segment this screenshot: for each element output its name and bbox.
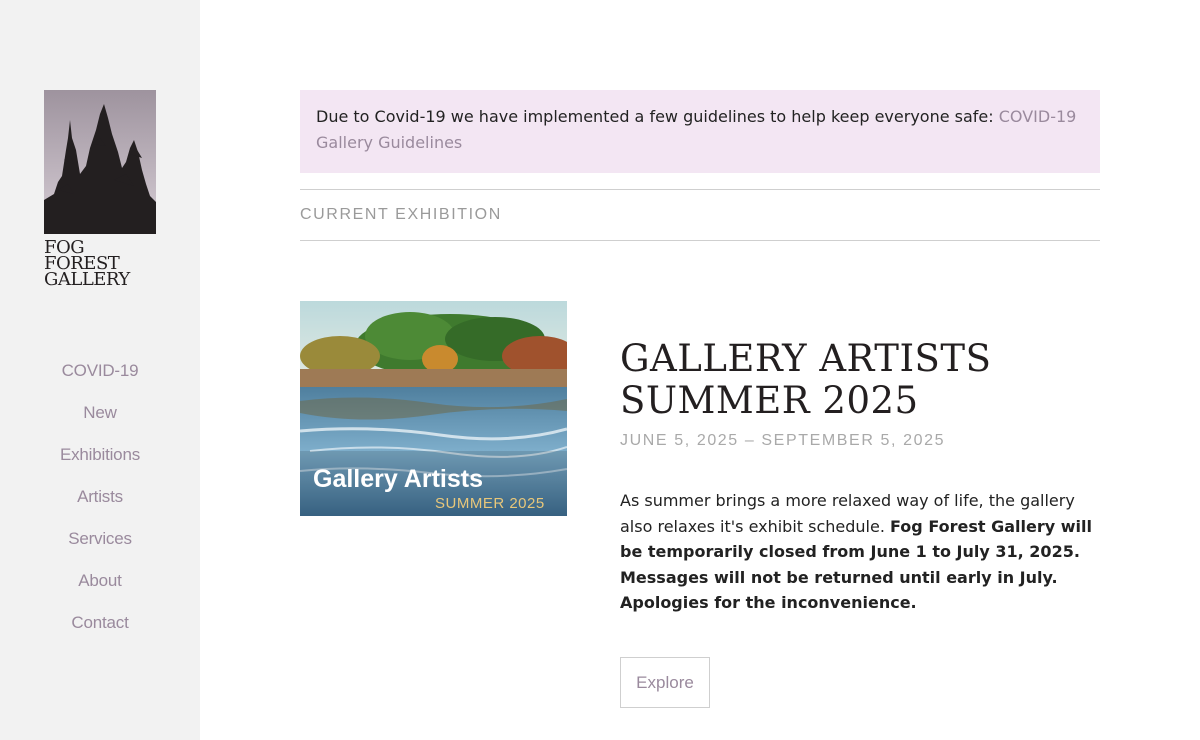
- nav-item-services: Services: [0, 518, 200, 560]
- nav-link-exhibitions[interactable]: Exhibitions: [60, 445, 140, 464]
- exhibition-title[interactable]: GALLERY ARTISTS SUMMER 2025: [620, 338, 1100, 422]
- nav-link-new[interactable]: New: [83, 403, 117, 422]
- nav-link-about[interactable]: About: [78, 571, 122, 590]
- nav-link-artists[interactable]: Artists: [77, 487, 123, 506]
- nav-link-contact[interactable]: Contact: [71, 613, 128, 632]
- nav-item-artists: Artists: [0, 476, 200, 518]
- nav-item-contact: Contact: [0, 602, 200, 644]
- notice-text: Due to Covid-19 we have implemented a fe…: [316, 107, 999, 126]
- covid-notice: Due to Covid-19 we have implemented a fe…: [300, 90, 1100, 173]
- nav-link-services[interactable]: Services: [68, 529, 132, 548]
- nav-item-covid: COVID-19: [0, 350, 200, 392]
- exhibition-image[interactable]: Gallery Artists SUMMER 2025: [300, 301, 567, 516]
- nav-item-exhibitions: Exhibitions: [0, 434, 200, 476]
- gallery-logo[interactable]: FOG FOREST GALLERY: [44, 90, 156, 290]
- nav-item-about: About: [0, 560, 200, 602]
- exhibition-description: As summer brings a more relaxed way of l…: [620, 488, 1100, 616]
- explore-button[interactable]: Explore: [620, 657, 710, 708]
- image-subtitle: SUMMER 2025: [435, 495, 545, 512]
- image-title: Gallery Artists: [313, 465, 483, 493]
- main-content: Due to Covid-19 we have implemented a fe…: [300, 90, 1100, 241]
- forest-logo-icon: [44, 90, 156, 234]
- logo-wordmark: FOG FOREST GALLERY: [44, 239, 156, 290]
- nav-item-new: New: [0, 392, 200, 434]
- logo-word-3: GALLERY: [44, 269, 130, 290]
- section-heading: CURRENT EXHIBITION: [300, 189, 1100, 241]
- nav-link-covid[interactable]: COVID-19: [62, 361, 139, 380]
- exhibition-details: GALLERY ARTISTS SUMMER 2025 JUNE 5, 2025…: [620, 338, 1100, 616]
- landscape-painting-image: Gallery Artists SUMMER 2025: [300, 301, 567, 516]
- sidebar: FOG FOREST GALLERY COVID-19 New Exhibiti…: [0, 0, 200, 740]
- main-nav: COVID-19 New Exhibitions Artists Service…: [0, 350, 200, 644]
- exhibition-dates: JUNE 5, 2025 – SEPTEMBER 5, 2025: [620, 432, 946, 449]
